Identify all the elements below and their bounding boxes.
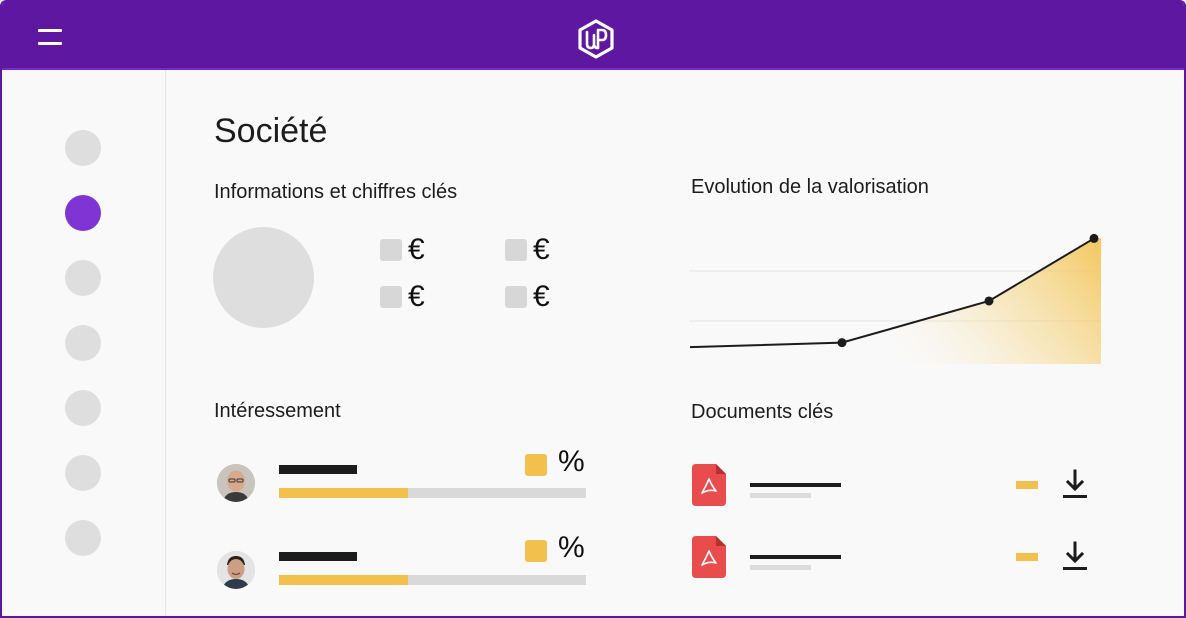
sidebar-nav-item-5[interactable] [65, 390, 101, 426]
interessement-section-title: Intéressement [214, 400, 341, 422]
chart-data-point[interactable] [1089, 233, 1099, 243]
hamburger-menu-icon[interactable] [38, 27, 64, 47]
main-content: Société Informations et chiffres clés € … [167, 70, 1184, 616]
document-meta-placeholder [750, 493, 811, 498]
percent-symbol: % [558, 531, 585, 564]
pdf-file-icon[interactable] [692, 464, 726, 506]
page-title: Société [214, 112, 328, 150]
chart-data-point[interactable] [984, 296, 994, 306]
percent-placeholder [525, 454, 547, 476]
valuation-section-title: Evolution de la valorisation [691, 176, 929, 198]
kpi-placeholder [380, 286, 402, 308]
kpi-currency: € [408, 280, 425, 313]
chart-data-point[interactable] [837, 338, 847, 348]
sidebar-nav-item-3[interactable] [65, 260, 101, 296]
kpi-placeholder [505, 239, 527, 261]
sidebar-nav-item-6[interactable] [65, 455, 101, 491]
beneficiary-name-placeholder [279, 552, 357, 561]
interessement-progress-fill [279, 488, 408, 498]
download-icon[interactable] [1062, 468, 1088, 502]
sidebar-nav-item-1[interactable] [65, 130, 101, 166]
kpi-item: € [380, 282, 425, 312]
document-tag [1016, 553, 1038, 561]
kpi-placeholder [505, 286, 527, 308]
sidebar-nav-item-2[interactable] [65, 195, 101, 231]
percent-placeholder [525, 540, 547, 562]
document-name-placeholder [750, 555, 841, 559]
beneficiary-name-placeholder [279, 465, 357, 474]
kpi-item: € [505, 282, 550, 312]
kpi-placeholder [380, 239, 402, 261]
kpi-currency: € [533, 233, 550, 266]
interessement-progress-bar [279, 488, 586, 498]
pdf-file-icon[interactable] [692, 536, 726, 578]
man-bald-glasses-avatar [217, 464, 255, 502]
document-meta-placeholder [750, 565, 811, 570]
sidebar-nav-item-7[interactable] [65, 520, 101, 556]
percent-symbol: % [558, 445, 585, 478]
download-icon[interactable] [1062, 540, 1088, 574]
documents-section-title: Documents clés [691, 401, 834, 423]
info-section-title: Informations et chiffres clés [214, 181, 458, 203]
kpi-currency: € [408, 233, 425, 266]
sidebar-nav [2, 70, 166, 616]
company-logo-placeholder [213, 227, 314, 328]
man-smiling-avatar [217, 551, 255, 589]
interessement-progress-fill [279, 575, 408, 585]
top-bar [2, 0, 1184, 70]
wp-hexagon-logo-icon[interactable] [577, 19, 615, 59]
kpi-currency: € [533, 280, 550, 313]
kpi-item: € [380, 235, 425, 265]
interessement-progress-bar [279, 575, 586, 585]
app-window: Société Informations et chiffres clés € … [0, 0, 1186, 618]
document-tag [1016, 481, 1038, 489]
kpi-item: € [505, 235, 550, 265]
document-name-placeholder [750, 483, 841, 487]
valuation-chart [689, 233, 1101, 364]
sidebar-nav-item-4[interactable] [65, 325, 101, 361]
